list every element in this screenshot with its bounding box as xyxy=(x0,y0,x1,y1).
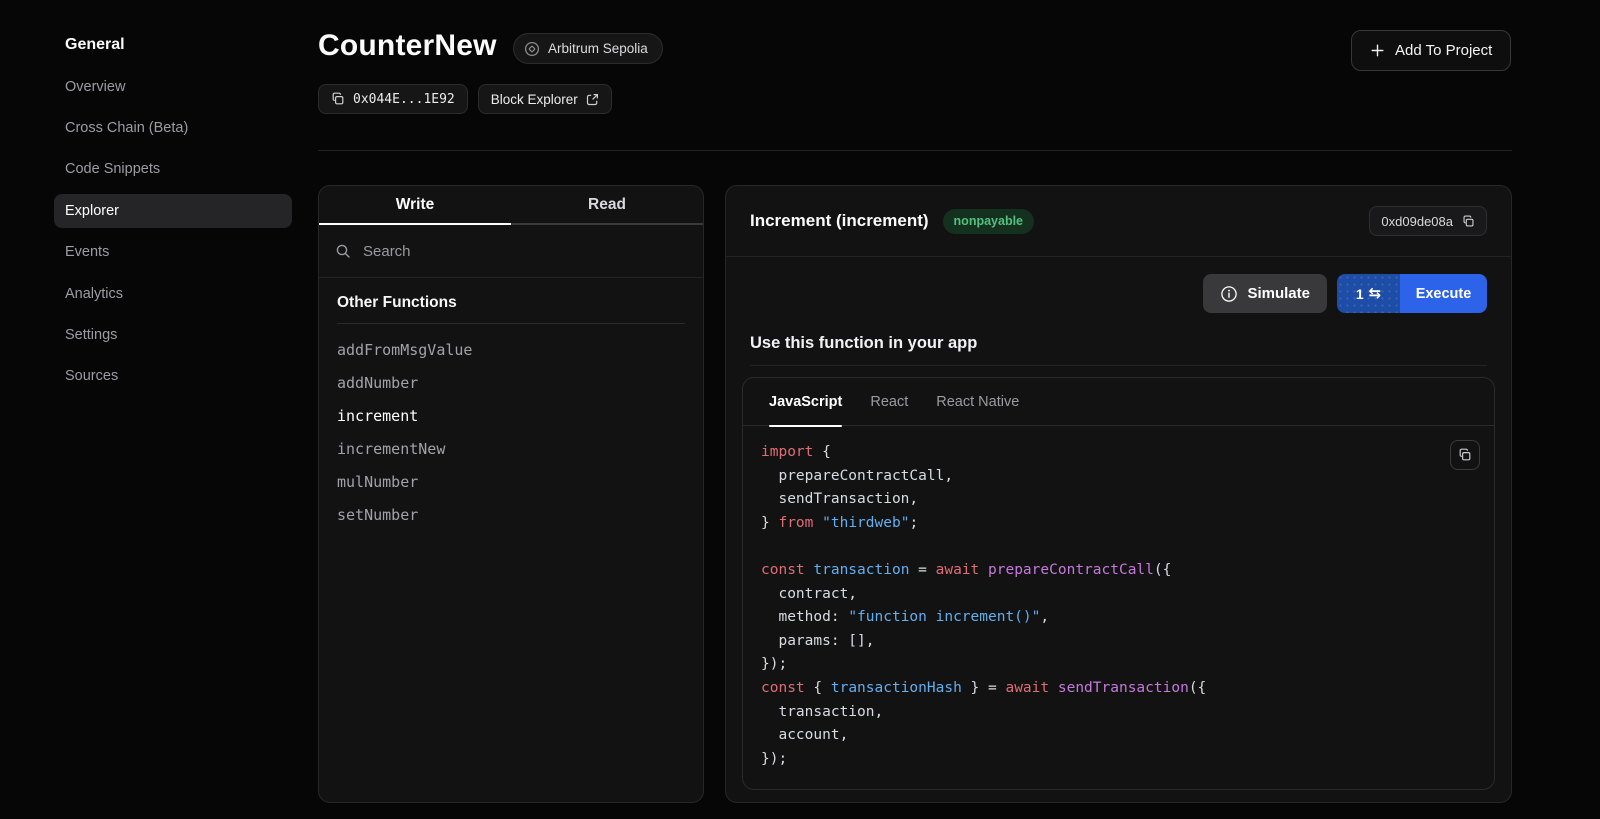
execute-button[interactable]: Execute xyxy=(1400,274,1487,313)
search-input[interactable] xyxy=(363,243,687,260)
code-line xyxy=(761,535,1476,559)
sidebar-item-settings[interactable]: Settings xyxy=(54,314,292,355)
code-card: JavaScript React React Native import { pre… xyxy=(742,377,1495,790)
block-explorer-button[interactable]: Block Explorer xyxy=(478,84,612,114)
mutability-badge: nonpayable xyxy=(943,209,1034,234)
function-item-setNumber[interactable]: setNumber xyxy=(337,498,685,531)
code-line: params: [], xyxy=(761,630,1476,654)
header-divider xyxy=(318,150,1512,151)
sidebar-item-label: Sources xyxy=(54,359,292,393)
page-title: CounterNew xyxy=(318,29,497,63)
contract-meta-row: 0x044E...1E92 Block Explorer xyxy=(318,84,612,114)
sidebar-item-label: Code Snippets xyxy=(54,152,292,186)
function-selector: 0xd09de08a xyxy=(1381,214,1453,229)
code-line: sendTransaction, xyxy=(761,488,1476,512)
sidebar-item-sources[interactable]: Sources xyxy=(54,356,292,397)
usage-divider xyxy=(750,365,1487,366)
sidebar-section-title: General xyxy=(65,36,125,54)
code-line: }); xyxy=(761,653,1476,677)
function-item-mulNumber[interactable]: mulNumber xyxy=(337,465,685,498)
code-line: import { xyxy=(761,441,1476,465)
code-tab-react[interactable]: React xyxy=(870,378,908,426)
code-line: const transaction = await prepareContrac… xyxy=(761,559,1476,583)
sidebar-item-label: Overview xyxy=(54,70,292,104)
sidebar-item-cross-chain-beta[interactable]: Cross Chain (Beta) xyxy=(54,107,292,148)
transaction-count: 1 xyxy=(1356,286,1364,302)
contract-explorer-page: General Overview Cross Chain (Beta) Code S… xyxy=(0,0,1600,819)
tab-write[interactable]: Write xyxy=(319,186,511,225)
write-read-tabs: WriteRead xyxy=(319,186,703,225)
copy-icon xyxy=(331,92,345,106)
network-icon xyxy=(524,41,540,57)
transaction-count-button[interactable]: 1 ⇆ xyxy=(1337,274,1400,313)
info-icon xyxy=(1220,285,1238,303)
search-icon xyxy=(335,243,351,259)
code-line: }); xyxy=(761,748,1476,772)
simulate-button[interactable]: Simulate xyxy=(1203,274,1327,313)
sidebar-item-overview[interactable]: Overview xyxy=(54,66,292,107)
sidebar-nav: Overview Cross Chain (Beta) Code Snippets E… xyxy=(54,66,292,397)
function-selector-button[interactable]: 0xd09de08a xyxy=(1369,206,1487,236)
code-line: } from "thirdweb"; xyxy=(761,512,1476,536)
sidebar-item-explorer[interactable]: Explorer xyxy=(54,190,292,231)
functions-panel: WriteRead Other Functions addFromMsgValu… xyxy=(318,185,704,803)
usage-heading: Use this function in your app xyxy=(750,334,1487,353)
block-explorer-label: Block Explorer xyxy=(491,92,578,107)
tab-read[interactable]: Read xyxy=(511,186,703,225)
code-line: transaction, xyxy=(761,701,1476,725)
function-detail-header: Increment (increment) nonpayable 0xd09de… xyxy=(726,186,1511,257)
code-block: import { prepareContractCall, sendTransa… xyxy=(761,441,1476,771)
copy-icon xyxy=(1458,448,1472,462)
code-line: const { transactionHash } = await sendTr… xyxy=(761,677,1476,701)
function-item-addFromMsgValue[interactable]: addFromMsgValue xyxy=(337,333,685,366)
function-item-addNumber[interactable]: addNumber xyxy=(337,366,685,399)
execute-button-group: 1 ⇆ Execute xyxy=(1337,274,1487,313)
swap-arrows-icon: ⇆ xyxy=(1369,286,1382,301)
code-line: method: "function increment()", xyxy=(761,606,1476,630)
code-line: prepareContractCall, xyxy=(761,465,1476,489)
code-language-tabs: JavaScript React React Native xyxy=(743,378,1494,426)
action-row: Simulate 1 ⇆ Execute xyxy=(742,274,1487,313)
sidebar: General Overview Cross Chain (Beta) Code S… xyxy=(0,0,300,819)
execute-label: Execute xyxy=(1416,286,1472,302)
copy-code-button[interactable] xyxy=(1450,440,1480,470)
network-badge-label: Arbitrum Sepolia xyxy=(548,41,648,56)
code-area: import { prepareContractCall, sendTransa… xyxy=(743,426,1494,789)
contract-address: 0x044E...1E92 xyxy=(353,92,455,107)
code-line: account, xyxy=(761,724,1476,748)
add-to-project-label: Add To Project xyxy=(1395,42,1492,59)
sidebar-item-code-snippets[interactable]: Code Snippets xyxy=(54,149,292,190)
function-title: Increment (increment) xyxy=(750,211,929,231)
sidebar-item-label: Events xyxy=(54,235,292,269)
sidebar-item-label: Settings xyxy=(54,318,292,352)
code-tab-react-native[interactable]: React Native xyxy=(936,378,1019,426)
function-item-increment[interactable]: increment xyxy=(337,399,685,432)
function-list: addFromMsgValueaddNumberincrementincreme… xyxy=(337,324,685,531)
external-link-icon xyxy=(586,93,599,106)
network-badge[interactable]: Arbitrum Sepolia xyxy=(513,33,663,64)
contract-address-button[interactable]: 0x044E...1E92 xyxy=(318,84,468,114)
other-functions-title: Other Functions xyxy=(337,294,685,324)
code-line: contract, xyxy=(761,583,1476,607)
sidebar-item-label: Explorer xyxy=(54,194,292,228)
other-functions-section: Other Functions addFromMsgValueaddNumber… xyxy=(319,278,703,547)
simulate-label: Simulate xyxy=(1247,285,1310,302)
add-to-project-button[interactable]: Add To Project xyxy=(1351,30,1511,71)
function-item-incrementNew[interactable]: incrementNew xyxy=(337,432,685,465)
sidebar-item-analytics[interactable]: Analytics xyxy=(54,273,292,314)
sidebar-item-events[interactable]: Events xyxy=(54,232,292,273)
copy-icon xyxy=(1462,215,1475,228)
function-search-row xyxy=(319,225,703,278)
function-detail-panel: Increment (increment) nonpayable 0xd09de… xyxy=(725,185,1512,803)
code-tab-javascript[interactable]: JavaScript xyxy=(769,378,842,426)
function-detail-body: Simulate 1 ⇆ Execute Use this function i… xyxy=(726,274,1511,790)
plus-icon xyxy=(1370,43,1385,58)
sidebar-item-label: Analytics xyxy=(54,277,292,311)
sidebar-item-label: Cross Chain (Beta) xyxy=(54,111,292,145)
